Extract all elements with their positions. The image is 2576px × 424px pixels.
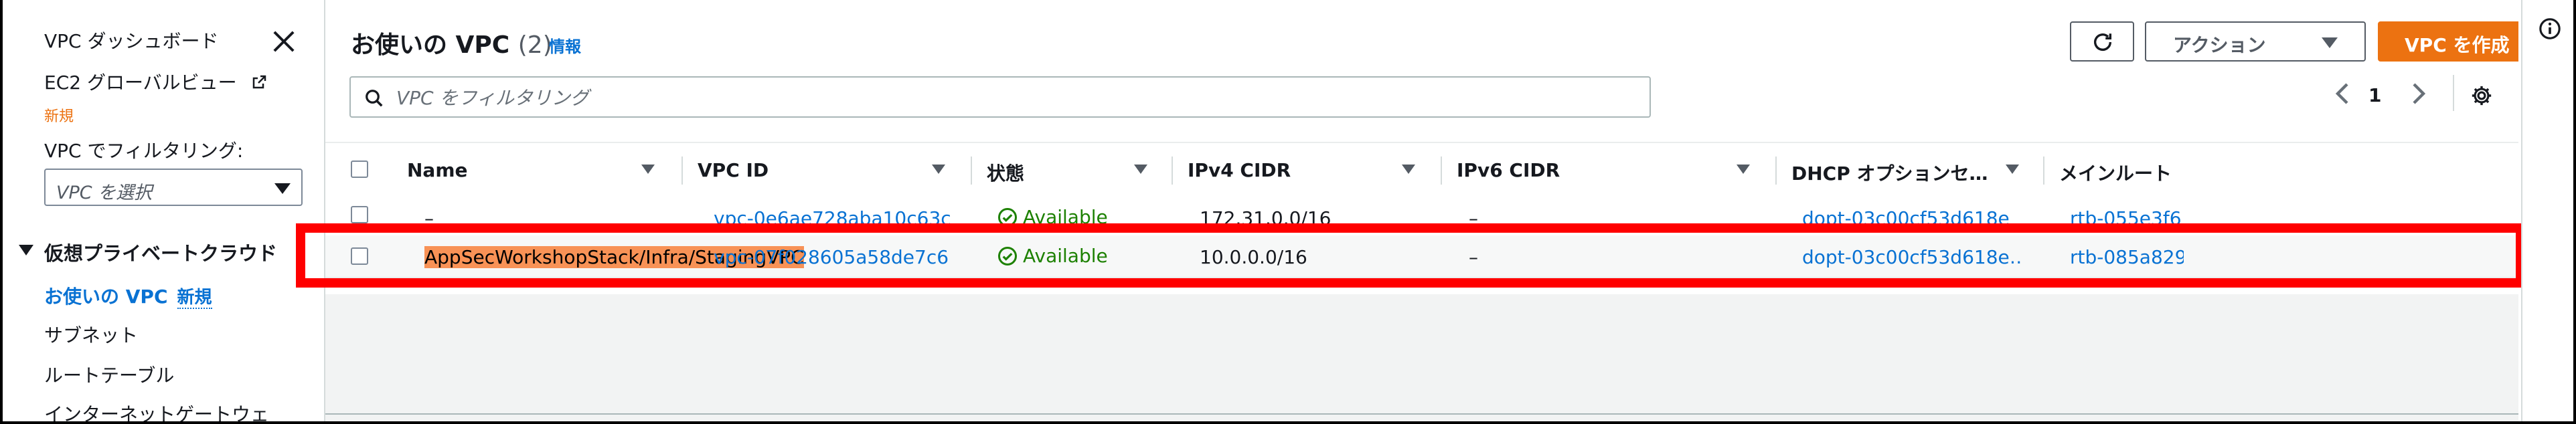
screenshot-frame xyxy=(0,0,2576,424)
